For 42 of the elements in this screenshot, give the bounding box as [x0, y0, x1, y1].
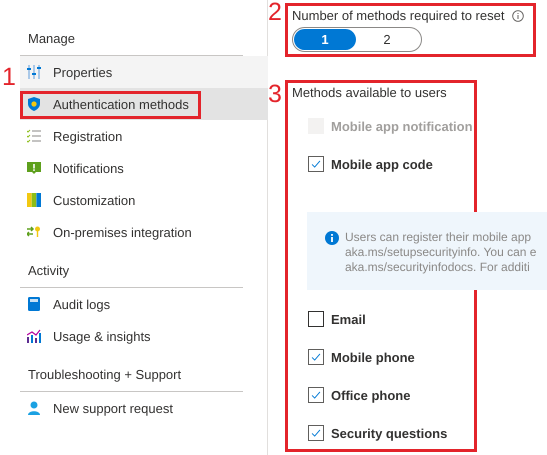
checkbox-label: Email [331, 312, 366, 326]
checkbox[interactable] [308, 425, 324, 441]
checkbox-label: Security questions [331, 426, 448, 440]
checkbox-label: Mobile phone [331, 350, 415, 364]
arrows-key-icon [27, 225, 41, 239]
callout-number: 3 [268, 82, 282, 107]
checkbox[interactable] [308, 349, 324, 365]
book-icon [27, 297, 41, 311]
nav-item[interactable]: Customization [20, 184, 268, 216]
nav-item[interactable]: Registration [20, 120, 268, 152]
nav-item[interactable]: New support request [20, 392, 268, 424]
checkbox[interactable] [308, 311, 324, 327]
nav-item[interactable]: On-premises integration [20, 216, 268, 248]
info-icon[interactable] [512, 10, 524, 22]
notification-icon [27, 161, 41, 175]
checklist-icon [27, 129, 41, 143]
info-text: Users can register their mobile app [345, 230, 532, 245]
toggle-option[interactable]: 2 [356, 29, 418, 50]
field-label: Number of methods required to reset [292, 8, 504, 24]
chart-icon [27, 329, 41, 343]
info-text: aka.ms/securityinfodocs. For additi [345, 260, 531, 275]
info-text: aka.ms/setupsecurityinfo. You can e [345, 245, 536, 260]
checkbox-label: Office phone [331, 388, 410, 402]
columns-icon [27, 193, 41, 207]
info-icon [325, 231, 339, 245]
callout-number: 1 [2, 65, 16, 90]
nav-item[interactable]: Notifications [20, 152, 268, 184]
toggle-option[interactable]: 1 [294, 29, 356, 50]
nav-item[interactable]: Audit logs [20, 288, 268, 320]
field-label: Methods available to users [292, 85, 448, 101]
checkbox-label: Mobile app notification [331, 118, 473, 134]
section-heading: Troubleshooting + Support [20, 363, 243, 392]
callout-number: 2 [268, 0, 282, 25]
checkbox-label: Mobile app code [331, 156, 433, 172]
person-icon [27, 401, 41, 415]
nav-item[interactable]: Properties [20, 56, 268, 88]
nav-item[interactable]: Usage & insights [20, 320, 268, 352]
checkbox[interactable] [308, 156, 324, 172]
sliders-icon [27, 65, 41, 79]
section-heading: Activity [20, 259, 243, 288]
shield-icon [27, 97, 41, 111]
checkbox[interactable] [308, 387, 324, 403]
